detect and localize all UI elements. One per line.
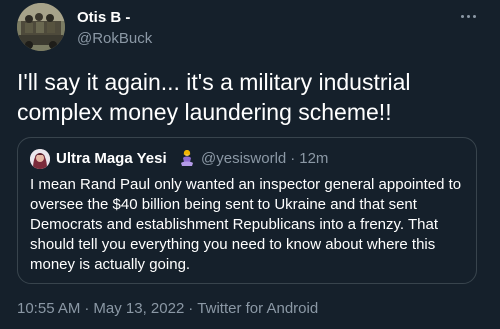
quoted-tweet[interactable]: Ultra Maga Yesi @yesisworld · 12m I mean R… <box>17 137 477 284</box>
tweet-date[interactable]: May 13, 2022 <box>93 300 184 317</box>
more-dot <box>460 14 464 18</box>
quoted-author-avatar[interactable] <box>30 149 50 169</box>
quoted-author-handle: @yesisworld <box>201 150 287 167</box>
quoted-avatar-image <box>30 149 50 169</box>
author-avatar[interactable] <box>17 3 65 51</box>
tweet-card: Otis B - @RokBuck I'll say it again... i… <box>0 0 500 329</box>
avatar-image <box>17 3 65 51</box>
more-dot <box>466 14 470 18</box>
meta-separator: · <box>84 300 90 317</box>
woman-in-lotus-position-emoji <box>180 149 194 167</box>
tweet-text: I'll say it again... it's a military ind… <box>17 69 411 125</box>
quoted-author-name: Ultra Maga Yesi <box>56 150 167 167</box>
quoted-meta: @yesisworld · 12m <box>201 150 328 167</box>
tweet-source[interactable]: Twitter for Android <box>197 300 318 317</box>
more-options-icon[interactable] <box>456 6 480 26</box>
tweet-meta: 10:55 AM · May 13, 2022 · Twitter for Androi… <box>17 300 318 317</box>
author-handle[interactable]: @RokBuck <box>77 30 152 47</box>
author-name[interactable]: Otis B - <box>77 9 130 26</box>
quoted-tweet-text: I mean Rand Paul only wanted an inspecto… <box>30 176 462 273</box>
more-dot <box>472 14 476 18</box>
quoted-separator: · <box>290 150 296 167</box>
tweet-time[interactable]: 10:55 AM <box>17 300 80 317</box>
quoted-time: 12m <box>299 150 329 167</box>
meta-separator: · <box>188 300 194 317</box>
